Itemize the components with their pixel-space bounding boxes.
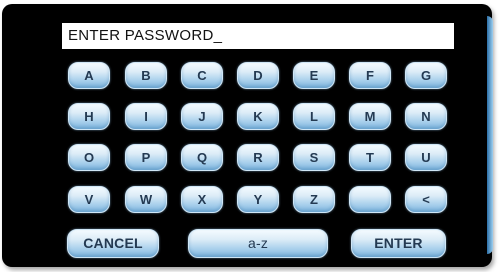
key-z[interactable]: Z [293, 186, 335, 213]
key-c[interactable]: C [181, 62, 223, 89]
case-toggle-button[interactable]: a-z [188, 229, 328, 258]
key-y[interactable]: Y [237, 186, 279, 213]
key-e[interactable]: E [293, 62, 335, 89]
key-h[interactable]: H [68, 103, 110, 130]
key-u[interactable]: U [405, 144, 447, 171]
cancel-button[interactable]: CANCEL [67, 229, 159, 258]
key-r[interactable]: R [237, 144, 279, 171]
keypad-panel: ENTER PASSWORD_ A B C D E F G H I J K L … [2, 4, 493, 267]
key-k[interactable]: K [237, 103, 279, 130]
key-f[interactable]: F [349, 62, 391, 89]
key-g[interactable]: G [405, 62, 447, 89]
key-q[interactable]: Q [181, 144, 223, 171]
key-n[interactable]: N [405, 103, 447, 130]
password-display[interactable]: ENTER PASSWORD_ [62, 23, 454, 49]
key-m[interactable]: M [349, 103, 391, 130]
key-space[interactable] [349, 186, 391, 213]
key-s[interactable]: S [293, 144, 335, 171]
key-backspace[interactable]: < [405, 186, 447, 213]
key-i[interactable]: I [125, 103, 167, 130]
key-d[interactable]: D [237, 62, 279, 89]
key-x[interactable]: X [181, 186, 223, 213]
key-j[interactable]: J [181, 103, 223, 130]
panel-edge [487, 16, 493, 254]
key-b[interactable]: B [125, 62, 167, 89]
key-v[interactable]: V [68, 186, 110, 213]
enter-button[interactable]: ENTER [351, 229, 446, 258]
key-a[interactable]: A [68, 62, 110, 89]
key-l[interactable]: L [293, 103, 335, 130]
key-o[interactable]: O [68, 144, 110, 171]
key-w[interactable]: W [125, 186, 167, 213]
key-p[interactable]: P [125, 144, 167, 171]
key-t[interactable]: T [349, 144, 391, 171]
